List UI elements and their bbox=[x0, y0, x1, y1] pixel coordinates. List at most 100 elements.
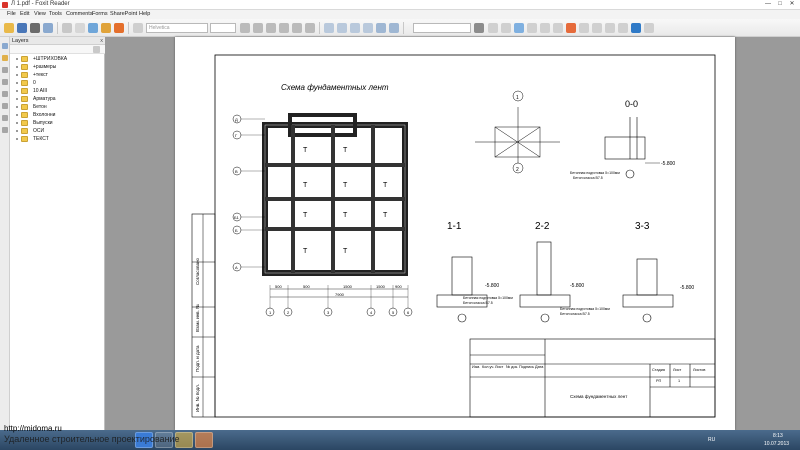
layer-item[interactable]: 0 bbox=[16, 80, 102, 87]
axis-1: 1 bbox=[269, 310, 272, 315]
rotate-icon[interactable] bbox=[527, 23, 537, 33]
foxit-extension-icon[interactable] bbox=[631, 23, 641, 33]
menu-edit[interactable]: Edit bbox=[20, 11, 29, 17]
svg-text:T: T bbox=[303, 212, 308, 219]
drawing-sheet: Согласовано Взам. инв. № Подп. и дата Ин… bbox=[191, 54, 716, 418]
tb-sheet-value: 1 bbox=[678, 379, 680, 383]
note-22-concrete: Бетон класса В7.5 bbox=[560, 312, 590, 316]
axis-3: 3 bbox=[327, 310, 330, 315]
node-detail bbox=[475, 90, 560, 174]
italic-icon[interactable] bbox=[253, 23, 263, 33]
typewriter-icon[interactable] bbox=[540, 23, 550, 33]
zoom-icon[interactable] bbox=[101, 23, 111, 33]
open-icon[interactable] bbox=[4, 23, 14, 33]
svg-text:T: T bbox=[343, 248, 348, 255]
sections-drawing bbox=[436, 241, 674, 323]
tags-icon[interactable] bbox=[2, 127, 8, 133]
more-tools-icon[interactable] bbox=[644, 23, 654, 33]
attachments-icon[interactable] bbox=[2, 79, 8, 85]
folder-icon bbox=[21, 80, 28, 86]
clock-time[interactable]: 8:13 bbox=[773, 433, 783, 439]
fit-page-icon[interactable] bbox=[514, 23, 524, 33]
hand-tool-icon[interactable] bbox=[62, 23, 72, 33]
text-box-icon[interactable] bbox=[133, 23, 143, 33]
menu-tools[interactable]: Tools bbox=[49, 11, 62, 17]
search-field[interactable] bbox=[413, 23, 471, 33]
folder-icon bbox=[21, 136, 28, 142]
menu-file[interactable]: File bbox=[7, 11, 16, 17]
zoom-in-icon[interactable] bbox=[501, 23, 511, 33]
minimize-button[interactable]: — bbox=[763, 1, 773, 8]
layer-item[interactable]: Бетон bbox=[16, 104, 102, 111]
zoom-out-icon[interactable] bbox=[488, 23, 498, 33]
snapshot-icon[interactable] bbox=[88, 23, 98, 33]
shapes-icon[interactable] bbox=[592, 23, 602, 33]
close-button[interactable]: ✕ bbox=[787, 1, 797, 8]
axis-A: А bbox=[235, 265, 238, 270]
language-indicator[interactable]: RU bbox=[708, 437, 715, 443]
bookmark-icon[interactable] bbox=[114, 23, 124, 33]
select-text-icon[interactable] bbox=[75, 23, 85, 33]
security-icon[interactable] bbox=[2, 115, 8, 121]
layer-item[interactable]: ТЕКСТ bbox=[16, 136, 102, 143]
layer-item[interactable]: +текст bbox=[16, 72, 102, 79]
maximize-button[interactable]: □ bbox=[775, 1, 785, 8]
pencil-icon[interactable] bbox=[579, 23, 589, 33]
align-center-icon[interactable] bbox=[292, 23, 302, 33]
font-size-field[interactable] bbox=[210, 23, 236, 33]
tb-col-kol: Кол.уч. bbox=[482, 365, 494, 369]
options-icon[interactable] bbox=[93, 46, 100, 53]
level-11: -5.800 bbox=[485, 283, 499, 289]
menu-forms[interactable]: Forms bbox=[92, 11, 108, 17]
next-page-icon[interactable] bbox=[350, 23, 360, 33]
email-icon[interactable] bbox=[43, 23, 53, 33]
pages-icon[interactable] bbox=[2, 43, 8, 49]
prev-page-icon[interactable] bbox=[337, 23, 347, 33]
align-right-icon[interactable] bbox=[305, 23, 315, 33]
highlight-icon[interactable] bbox=[553, 23, 563, 33]
tb-col-date: Дата bbox=[535, 365, 544, 369]
last-page-icon[interactable] bbox=[363, 23, 373, 33]
layer-item[interactable]: ОСИ bbox=[16, 128, 102, 135]
search-icon[interactable] bbox=[474, 23, 484, 33]
menu-help[interactable]: Help bbox=[139, 11, 150, 17]
layer-item[interactable]: Выпуски bbox=[16, 120, 102, 127]
document-view[interactable]: Согласовано Взам. инв. № Подп. и дата Ин… bbox=[105, 37, 800, 430]
axis-B: Б bbox=[235, 228, 238, 233]
signatures-icon[interactable] bbox=[2, 103, 8, 109]
stamp-icon[interactable] bbox=[618, 23, 628, 33]
layer-item[interactable]: +ШТРИХОВКА bbox=[16, 56, 102, 63]
layers-icon[interactable] bbox=[2, 67, 8, 73]
note-icon[interactable] bbox=[566, 23, 576, 33]
measure-icon[interactable] bbox=[605, 23, 615, 33]
menu-comments[interactable]: Comments bbox=[66, 11, 93, 17]
underline-icon[interactable] bbox=[266, 23, 276, 33]
axis-V: В bbox=[235, 169, 238, 174]
layer-item[interactable]: Вхолонни bbox=[16, 112, 102, 119]
layers-options-bar bbox=[10, 45, 105, 54]
align-left-icon[interactable] bbox=[279, 23, 289, 33]
first-page-icon[interactable] bbox=[324, 23, 334, 33]
level-00: -5.800 bbox=[661, 161, 675, 167]
stamp-inv: Инв. № подл. bbox=[195, 384, 200, 412]
back-icon[interactable] bbox=[376, 23, 386, 33]
close-panel-icon[interactable]: x bbox=[100, 38, 103, 44]
layer-item[interactable]: +размеры bbox=[16, 64, 102, 71]
layer-item[interactable]: Арматура bbox=[16, 96, 102, 103]
bookmarks-icon[interactable] bbox=[2, 55, 8, 61]
print-icon[interactable] bbox=[30, 23, 40, 33]
axis-5: 5 bbox=[392, 310, 395, 315]
comments-icon[interactable] bbox=[2, 91, 8, 97]
forward-icon[interactable] bbox=[389, 23, 399, 33]
save-icon[interactable] bbox=[17, 23, 27, 33]
bold-icon[interactable] bbox=[240, 23, 250, 33]
taskbar-app-foxit[interactable] bbox=[195, 432, 213, 448]
title-bar: Л 1.pdf - Foxit Reader — □ ✕ bbox=[0, 0, 800, 10]
menu-view[interactable]: View bbox=[34, 11, 46, 17]
menu-sharepoint[interactable]: SharePoint bbox=[110, 11, 137, 17]
folder-icon bbox=[21, 104, 28, 110]
font-name-field[interactable]: Helvetica bbox=[146, 23, 208, 33]
layer-item[interactable]: 10 AIII bbox=[16, 88, 102, 95]
site-watermark-sub: Удаленное строительное проектирование bbox=[4, 434, 180, 444]
clock-date[interactable]: 10.07.2013 bbox=[764, 441, 789, 447]
